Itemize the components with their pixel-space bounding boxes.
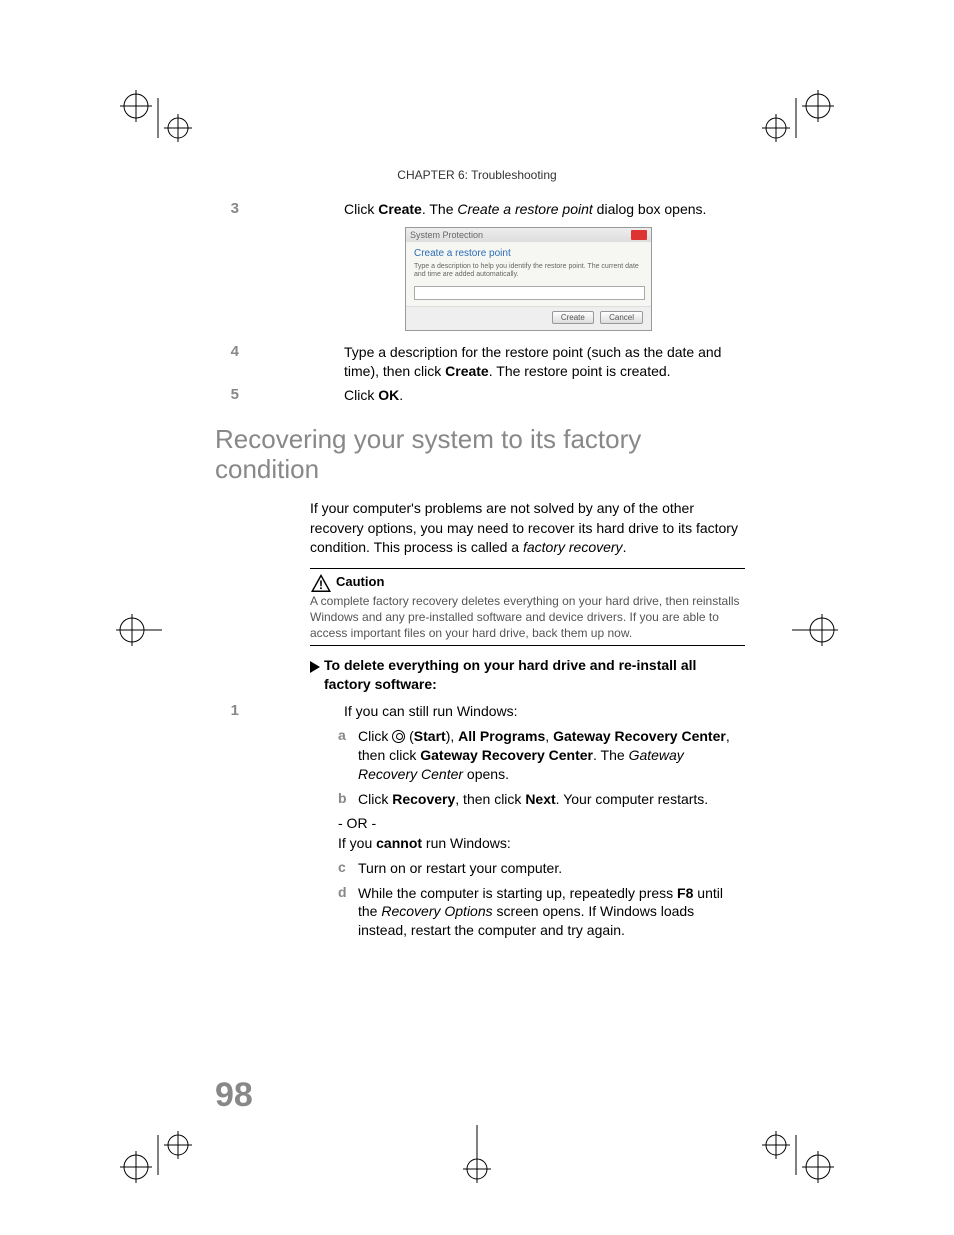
- registration-mark-icon: [756, 1125, 836, 1185]
- text-bold: Create: [445, 363, 489, 379]
- svg-text:!: !: [319, 578, 323, 592]
- step-number: 1: [215, 702, 239, 721]
- registration-mark-icon: [792, 610, 852, 650]
- triangle-bullet-icon: [310, 659, 320, 678]
- step-number: 3: [215, 200, 239, 219]
- step-number: 5: [215, 386, 239, 405]
- text-bold: All Programs: [458, 728, 545, 744]
- text-bold: Start: [414, 728, 446, 744]
- substep-d: d While the computer is starting up, rep…: [338, 884, 745, 941]
- intro-paragraph: If your computer's problems are not solv…: [310, 499, 745, 558]
- text-bold: Create: [378, 201, 422, 217]
- text: If you: [338, 835, 376, 851]
- text: If you can still run Windows:: [344, 703, 518, 719]
- text: Turn on or restart your computer.: [358, 860, 562, 876]
- substep-letter: d: [338, 884, 358, 941]
- text-italic: Create a restore point: [457, 201, 592, 217]
- substep-letter: c: [338, 859, 358, 878]
- text-bold: Gateway Recovery Center: [420, 747, 593, 763]
- section-heading: Recovering your system to its factory co…: [215, 425, 745, 485]
- registration-mark-icon: [756, 88, 836, 148]
- text-italic: factory recovery: [523, 539, 623, 555]
- text: Click: [358, 728, 392, 744]
- text: While the computer is starting up, repea…: [358, 885, 677, 901]
- registration-mark-icon: [118, 88, 198, 148]
- text-bold: F8: [677, 885, 693, 901]
- caution-title: Caution: [336, 574, 384, 589]
- text: (: [405, 728, 414, 744]
- text-bold: Next: [525, 791, 555, 807]
- caution-box: ! Caution A complete factory recovery de…: [310, 568, 745, 647]
- dialog-cancel-button: Cancel: [600, 311, 643, 324]
- substep-b: b Click Recovery, then click Next. Your …: [338, 790, 745, 809]
- text: run Windows:: [422, 835, 511, 851]
- text: opens.: [463, 766, 509, 782]
- text: . The restore point is created.: [489, 363, 671, 379]
- substep-a: a Click (Start), All Programs, Gateway R…: [338, 727, 745, 784]
- step-3: 3 Click Create. The Create a restore poi…: [215, 200, 745, 219]
- substep-letter: b: [338, 790, 358, 809]
- page-header: CHAPTER 6: Troubleshooting: [0, 168, 954, 182]
- step-5: 5 Click OK.: [215, 386, 745, 405]
- text: .: [399, 387, 403, 403]
- text: . The: [422, 201, 458, 217]
- windows-start-icon: [392, 730, 405, 743]
- step-number: 4: [215, 343, 239, 381]
- text: Click: [344, 201, 378, 217]
- text-bold: Recovery: [392, 791, 455, 807]
- dialog-create-button: Create: [552, 311, 594, 324]
- step-1: 1 If you can still run Windows:: [215, 702, 745, 721]
- task-heading-text: To delete everything on your hard drive …: [324, 657, 696, 692]
- dialog-heading: Create a restore point: [414, 248, 643, 259]
- close-icon: [631, 230, 647, 240]
- substep-letter: a: [338, 727, 358, 784]
- text: .: [623, 539, 627, 555]
- text: . The: [593, 747, 629, 763]
- text: Click: [358, 791, 392, 807]
- text: dialog box opens.: [593, 201, 707, 217]
- text: , then click: [455, 791, 525, 807]
- text: ),: [446, 728, 458, 744]
- text-bold: OK: [378, 387, 399, 403]
- caution-body: A complete factory recovery deletes ever…: [310, 594, 740, 640]
- warning-icon: !: [310, 573, 332, 593]
- text-italic: Recovery Options: [381, 903, 492, 919]
- dialog-screenshot: System Protection Create a restore point…: [405, 227, 652, 331]
- dialog-input: [414, 286, 645, 300]
- substep-c: c Turn on or restart your computer.: [338, 859, 745, 878]
- step-4: 4 Type a description for the restore poi…: [215, 343, 745, 381]
- text-bold: cannot: [376, 835, 422, 851]
- dialog-title-text: System Protection: [410, 230, 483, 240]
- text-bold: Gateway Recovery Center: [553, 728, 726, 744]
- task-heading: To delete everything on your hard drive …: [310, 656, 745, 694]
- cannot-line: If you cannot run Windows:: [338, 835, 745, 851]
- registration-mark-icon: [102, 610, 162, 650]
- registration-mark-icon: [118, 1125, 198, 1185]
- text: ,: [545, 728, 553, 744]
- registration-mark-icon: [457, 1125, 497, 1185]
- or-separator: - OR -: [338, 815, 745, 831]
- dialog-description: Type a description to help you identify …: [414, 263, 643, 280]
- text: . Your computer restarts.: [556, 791, 709, 807]
- text: Click: [344, 387, 378, 403]
- page-number: 98: [215, 1076, 253, 1115]
